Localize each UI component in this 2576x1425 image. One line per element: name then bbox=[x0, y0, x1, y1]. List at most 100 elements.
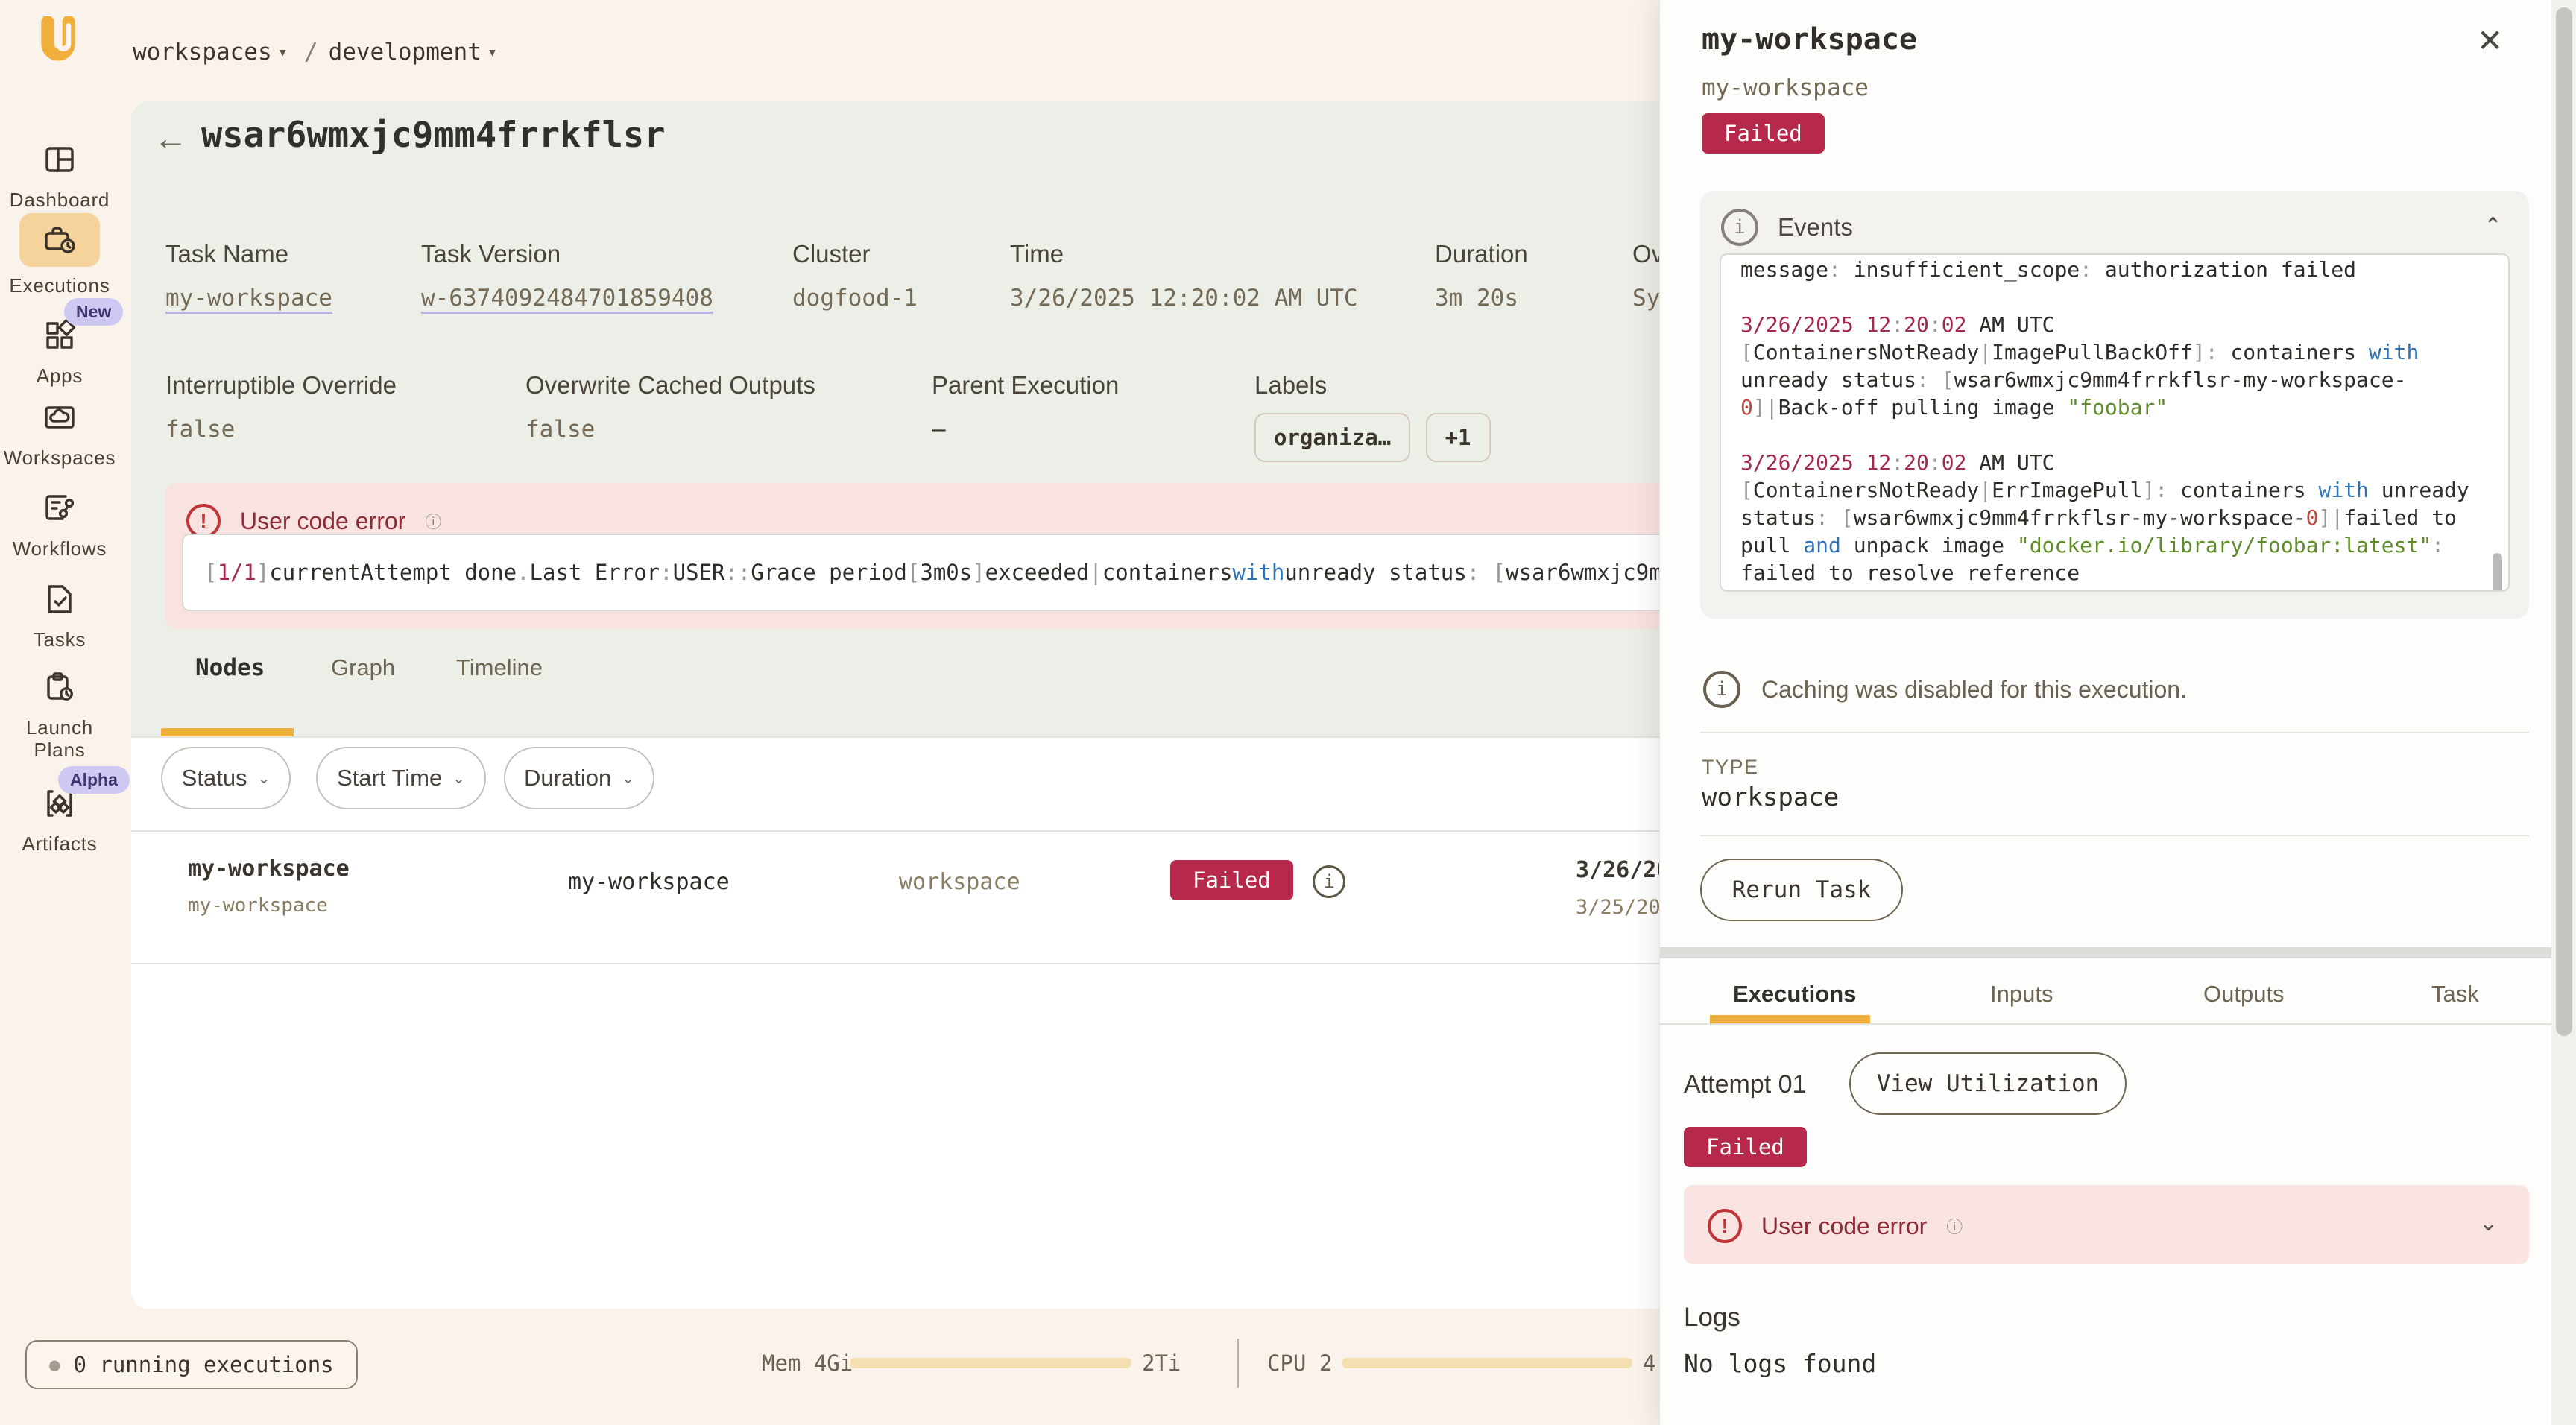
detail-cluster: Cluster dogfood-1 bbox=[792, 240, 918, 312]
meter-divider bbox=[1237, 1339, 1239, 1388]
executions-icon bbox=[19, 213, 100, 267]
filter-status[interactable]: Status ⌄ bbox=[161, 747, 291, 809]
logs-empty-message: No logs found bbox=[1684, 1349, 1876, 1378]
chevron-down-icon[interactable]: ▾ bbox=[487, 43, 497, 62]
sidebar-item-label: Artifacts bbox=[0, 832, 119, 855]
detail-label: Task Name bbox=[165, 240, 332, 268]
sidebar-item-label: Workspaces bbox=[0, 446, 119, 469]
dot-icon: ● bbox=[49, 1354, 60, 1375]
detail-interruptible: Interruptible Override false bbox=[165, 371, 397, 443]
detail-label: Overwrite Cached Outputs bbox=[525, 371, 815, 399]
sidebar-item-dashboard[interactable]: Dashboard bbox=[0, 142, 119, 211]
type-value: workspace bbox=[1702, 783, 1839, 812]
chevron-down-icon[interactable]: ▾ bbox=[278, 43, 288, 62]
chevron-down-icon: ⌄ bbox=[2479, 1210, 2498, 1236]
back-button[interactable]: ← bbox=[154, 118, 188, 158]
node-name[interactable]: my-workspace bbox=[188, 856, 350, 882]
sidebar-item-label: Tasks bbox=[0, 628, 119, 651]
section-divider bbox=[1660, 947, 2551, 958]
info-icon: i bbox=[1721, 209, 1758, 246]
view-utilization-button[interactable]: View Utilization bbox=[1849, 1052, 2127, 1115]
breadcrumb-development[interactable]: development bbox=[329, 39, 482, 66]
label-chip[interactable]: organiza… bbox=[1254, 413, 1410, 462]
filter-label: Status bbox=[182, 765, 247, 792]
close-icon[interactable]: ✕ bbox=[2477, 22, 2503, 59]
info-icon: ⓘ bbox=[1946, 1214, 1963, 1238]
panel-tab-executions[interactable]: Executions bbox=[1733, 981, 1856, 1008]
event-line: 3/26/2025 12:20:02 AM UTC [ContainersNot… bbox=[1740, 311, 2489, 421]
events-scrollbar[interactable] bbox=[2493, 553, 2502, 592]
sidebar-item-launch-plans[interactable]: Launch Plans bbox=[0, 669, 119, 761]
detail-label: Parent Execution bbox=[932, 371, 1119, 399]
sidebar-item-workflows[interactable]: Workflows bbox=[0, 490, 119, 560]
caching-note-text: Caching was disabled for this execution. bbox=[1761, 676, 2187, 704]
event-line bbox=[1740, 421, 2489, 449]
divider bbox=[1660, 1023, 2551, 1025]
dashboard-icon bbox=[42, 142, 78, 177]
mem-label: Mem 4Gi bbox=[762, 1350, 853, 1376]
details-panel: my-workspace ✕ my-workspace Failed i Eve… bbox=[1659, 0, 2576, 1425]
detail-value: 3m 20s bbox=[1435, 285, 1528, 312]
task-version-link[interactable]: w-6374092484701859408 bbox=[421, 285, 713, 312]
detail-duration: Duration 3m 20s bbox=[1435, 240, 1528, 312]
running-executions-label: 0 running executions bbox=[73, 1352, 333, 1377]
panel-scrollbar[interactable] bbox=[2556, 7, 2572, 1036]
node-type: workspace bbox=[899, 869, 1020, 895]
attempt-status-badge: Failed bbox=[1684, 1127, 1807, 1167]
detail-value: – bbox=[932, 416, 1119, 443]
sidebar-item-artifacts[interactable]: Artifacts bbox=[0, 786, 119, 855]
breadcrumb-workspaces[interactable]: workspaces bbox=[133, 39, 272, 66]
filter-label: Start Time bbox=[337, 765, 442, 792]
node-date-start: 3/26/20 bbox=[1576, 857, 1670, 883]
events-section: i Events ⌃ message: insufficient_scope: … bbox=[1700, 191, 2529, 619]
detail-value: 3/26/2025 12:20:02 AM UTC bbox=[1010, 285, 1358, 312]
label-chip-more[interactable]: +1 bbox=[1426, 413, 1491, 462]
panel-tab-outputs[interactable]: Outputs bbox=[2203, 981, 2285, 1008]
chevron-down-icon: ⌄ bbox=[452, 769, 465, 788]
filter-duration[interactable]: Duration ⌄ bbox=[504, 747, 654, 809]
detail-value: false bbox=[165, 416, 397, 443]
events-log[interactable]: message: insufficient_scope: authorizati… bbox=[1720, 253, 2510, 592]
rerun-task-button[interactable]: Rerun Task bbox=[1700, 859, 1903, 921]
chevron-up-icon[interactable]: ⌃ bbox=[2484, 213, 2502, 239]
error-title: User code error bbox=[1761, 1213, 1927, 1240]
tab-graph[interactable]: Graph bbox=[331, 654, 395, 681]
info-icon[interactable]: ⓘ bbox=[425, 509, 441, 533]
detail-label: Time bbox=[1010, 240, 1358, 268]
filter-start-time[interactable]: Start Time ⌄ bbox=[316, 747, 486, 809]
user-code-error-collapsible[interactable]: ! User code error ⓘ ⌄ bbox=[1684, 1185, 2529, 1264]
detail-label: Duration bbox=[1435, 240, 1528, 268]
panel-tab-task[interactable]: Task bbox=[2431, 981, 2479, 1008]
sidebar-item-label: Executions bbox=[0, 274, 119, 297]
detail-time: Time 3/26/2025 12:20:02 AM UTC bbox=[1010, 240, 1358, 312]
detail-label: Labels bbox=[1254, 371, 1503, 399]
tasks-icon bbox=[42, 581, 78, 617]
sidebar-item-workspaces[interactable]: Workspaces bbox=[0, 399, 119, 469]
detail-label: Interruptible Override bbox=[165, 371, 397, 399]
panel-subtitle: my-workspace bbox=[1702, 75, 1869, 101]
new-badge: New bbox=[64, 298, 123, 326]
launch-plans-icon bbox=[42, 669, 78, 705]
sidebar-item-label-line2: Plans bbox=[0, 739, 119, 761]
workflows-icon bbox=[42, 490, 78, 526]
panel-tab-inputs[interactable]: Inputs bbox=[1990, 981, 2053, 1008]
alpha-badge: Alpha bbox=[58, 766, 130, 794]
chevron-down-icon: ⌄ bbox=[622, 769, 634, 788]
node-date-end: 3/25/202 bbox=[1576, 896, 1673, 919]
task-name-link[interactable]: my-workspace bbox=[165, 285, 332, 312]
running-executions-button[interactable]: ● 0 running executions bbox=[25, 1340, 358, 1389]
union-logo[interactable] bbox=[33, 16, 83, 67]
tab-timeline[interactable]: Timeline bbox=[456, 654, 543, 681]
sidebar-item-tasks[interactable]: Tasks bbox=[0, 581, 119, 651]
sidebar-item-executions[interactable]: Executions bbox=[0, 213, 119, 297]
info-icon[interactable]: i bbox=[1313, 865, 1345, 898]
detail-task-name: Task Name my-workspace bbox=[165, 240, 332, 312]
sidebar-item-label: Dashboard bbox=[0, 189, 119, 211]
tab-nodes[interactable]: Nodes bbox=[195, 654, 265, 681]
caching-note: i Caching was disabled for this executio… bbox=[1703, 671, 2187, 708]
info-icon: i bbox=[1703, 671, 1740, 708]
breadcrumb: workspaces ▾ / development ▾ bbox=[133, 39, 503, 66]
sidebar-item-label: Launch bbox=[0, 716, 119, 739]
divider bbox=[1700, 732, 2529, 733]
sidebar-item-apps[interactable]: Apps bbox=[0, 317, 119, 387]
